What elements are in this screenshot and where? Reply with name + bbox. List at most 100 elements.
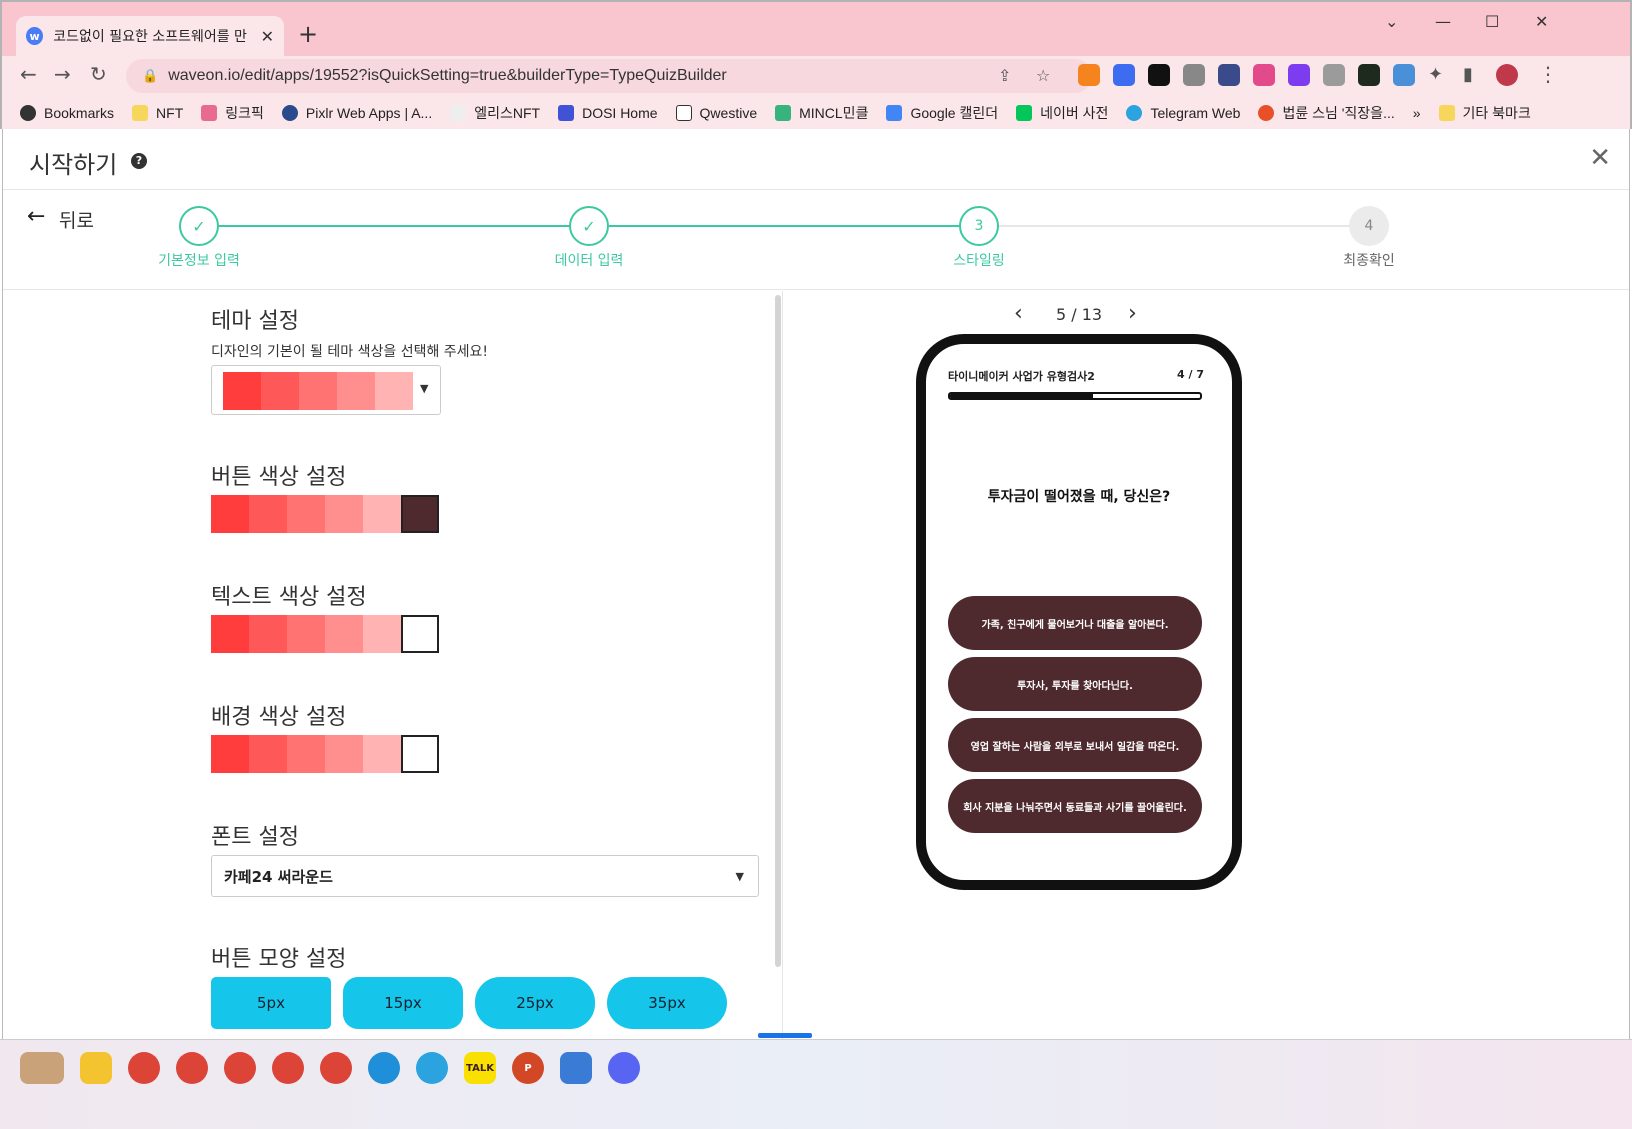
font-select[interactable]: 카페24 써라운드 ▼ — [211, 855, 759, 897]
step-label: 데이터 입력 — [554, 253, 624, 269]
chrome-icon[interactable] — [224, 1052, 256, 1084]
color-swatch[interactable] — [211, 615, 249, 653]
color-swatch[interactable] — [211, 735, 249, 773]
kakaotalk-icon[interactable]: TALK — [464, 1052, 496, 1084]
menu-kebab-icon[interactable]: ⋮ — [1538, 62, 1558, 86]
color-swatch[interactable] — [287, 495, 325, 533]
color-swatch[interactable] — [325, 735, 363, 773]
swatch — [223, 372, 261, 410]
extensions-puzzle-icon[interactable]: ✦ — [1428, 64, 1443, 85]
bookmark-item[interactable]: 링크픽 — [201, 103, 264, 123]
color-swatch[interactable] — [249, 495, 287, 533]
minimize-icon[interactable]: — — [1435, 12, 1451, 31]
selected-color-swatch[interactable] — [401, 615, 439, 653]
address-bar[interactable]: 🔒 waveon.io/edit/apps/19552?isQuickSetti… — [126, 59, 1092, 93]
color-swatch[interactable] — [287, 735, 325, 773]
chrome-icon[interactable] — [320, 1052, 352, 1084]
tab-bar: w 코드없이 필요한 소프트웨어를 만 ✕ + ⌄ — ☐ ✕ — [2, 2, 1630, 56]
answer-button[interactable]: 가족, 친구에게 물어보거나 대출을 알아본다. — [948, 596, 1202, 650]
bookmark-item[interactable]: MINCL민클 — [775, 103, 868, 123]
modal-title: 시작하기 — [29, 151, 118, 179]
tab-close-icon[interactable]: ✕ — [261, 27, 274, 46]
side-panel-icon[interactable]: ▮ — [1463, 64, 1473, 85]
extension-icon[interactable] — [1323, 64, 1345, 86]
shape-option-35px[interactable]: 35px — [607, 977, 727, 1029]
extension-icon[interactable] — [1183, 64, 1205, 86]
bookmark-item[interactable]: Bookmarks — [20, 105, 114, 121]
file-explorer-icon[interactable] — [80, 1052, 112, 1084]
chevron-left-icon[interactable]: ‹ — [1014, 301, 1023, 326]
chrome-icon[interactable] — [128, 1052, 160, 1084]
forward-nav-icon[interactable]: → — [54, 62, 71, 86]
bookmark-item[interactable]: Qwestive — [675, 105, 757, 121]
shape-option-15px[interactable]: 15px — [343, 977, 463, 1029]
extension-icon[interactable] — [1113, 64, 1135, 86]
bookmark-item[interactable]: 엘리스NFT — [450, 103, 540, 123]
new-tab-icon[interactable]: + — [298, 20, 318, 48]
selected-color-swatch[interactable] — [401, 735, 439, 773]
step-connector — [999, 225, 1353, 227]
color-swatch[interactable] — [211, 495, 249, 533]
bookmarks-overflow[interactable]: » — [1413, 105, 1421, 121]
answer-button[interactable]: 회사 지분을 나눠주면서 동료들과 사기를 끌어올린다. — [948, 779, 1202, 833]
bookmark-item[interactable]: DOSI Home — [558, 105, 658, 121]
color-swatch[interactable] — [363, 615, 401, 653]
extension-icon[interactable] — [1253, 64, 1275, 86]
extension-icon[interactable] — [1148, 64, 1170, 86]
folder-icon — [132, 105, 149, 121]
answer-button[interactable]: 투자사, 투자를 찾아다닌다. — [948, 657, 1202, 711]
widgets-icon[interactable] — [20, 1052, 64, 1084]
extension-icon[interactable] — [1218, 64, 1240, 86]
help-icon[interactable]: ? — [131, 153, 147, 169]
step-label: 최종확인 — [1343, 253, 1395, 269]
arrow-left-icon[interactable]: ← — [27, 204, 45, 229]
telegram-icon[interactable] — [416, 1052, 448, 1084]
chrome-icon[interactable] — [176, 1052, 208, 1084]
bookmarks-bar: Bookmarks NFT 링크픽 Pixlr Web Apps | A... … — [2, 96, 1630, 131]
color-swatch[interactable] — [363, 735, 401, 773]
bookmark-item[interactable]: Google 캘린더 — [886, 103, 998, 123]
bookmark-star-icon[interactable]: ☆ — [1036, 66, 1050, 85]
back-button[interactable]: 뒤로 — [59, 206, 94, 233]
bookmark-item[interactable]: Telegram Web — [1126, 105, 1240, 121]
bookmark-item[interactable]: NFT — [132, 105, 183, 121]
discord-icon[interactable] — [608, 1052, 640, 1084]
scrollbar[interactable] — [775, 295, 781, 967]
bookmark-item[interactable]: Pixlr Web Apps | A... — [281, 105, 432, 121]
color-swatch[interactable] — [325, 615, 363, 653]
color-swatch[interactable] — [249, 615, 287, 653]
bookmark-item[interactable]: 기타 북마크 — [1438, 103, 1531, 123]
extension-icon[interactable] — [1288, 64, 1310, 86]
color-swatch[interactable] — [325, 495, 363, 533]
close-icon[interactable]: ✕ — [1589, 143, 1611, 173]
extension-icon[interactable] — [1393, 64, 1415, 86]
bookmark-item[interactable]: 법륜 스님 '직장을... — [1258, 103, 1395, 123]
color-swatch[interactable] — [363, 495, 401, 533]
tab-search-icon[interactable]: ⌄ — [1385, 12, 1398, 31]
back-nav-icon[interactable]: ← — [20, 62, 37, 86]
site-icon — [675, 105, 692, 121]
swatch — [375, 372, 413, 410]
share-icon[interactable]: ⇪ — [998, 66, 1011, 85]
selected-color-swatch[interactable] — [401, 495, 439, 533]
builder-modal: 시작하기 ? ✕ ← 뒤로 ✓ ✓ 3 4 기본정보 입력 데이터 입력 스타일… — [2, 129, 1630, 1064]
chrome-icon[interactable] — [272, 1052, 304, 1084]
extension-icon[interactable] — [1358, 64, 1380, 86]
profile-avatar[interactable] — [1496, 64, 1518, 86]
shape-option-5px[interactable]: 5px — [211, 977, 331, 1029]
bookmark-item[interactable]: 네이버 사전 — [1016, 103, 1108, 123]
edge-icon[interactable] — [368, 1052, 400, 1084]
window-close-icon[interactable]: ✕ — [1535, 12, 1548, 31]
color-swatch[interactable] — [249, 735, 287, 773]
maximize-icon[interactable]: ☐ — [1485, 12, 1499, 31]
metamask-extension-icon[interactable] — [1078, 64, 1100, 86]
answer-button[interactable]: 영업 잘하는 사람을 외부로 보내서 일감을 따온다. — [948, 718, 1202, 772]
browser-tab[interactable]: w 코드없이 필요한 소프트웨어를 만 ✕ — [16, 16, 284, 56]
reload-icon[interactable]: ↻ — [90, 62, 107, 86]
color-swatch[interactable] — [287, 615, 325, 653]
powerpoint-icon[interactable]: P — [512, 1052, 544, 1084]
theme-palette-select[interactable]: ▼ — [211, 365, 441, 415]
chevron-right-icon[interactable]: › — [1128, 301, 1137, 326]
shape-option-25px[interactable]: 25px — [475, 977, 595, 1029]
notepad-icon[interactable] — [560, 1052, 592, 1084]
